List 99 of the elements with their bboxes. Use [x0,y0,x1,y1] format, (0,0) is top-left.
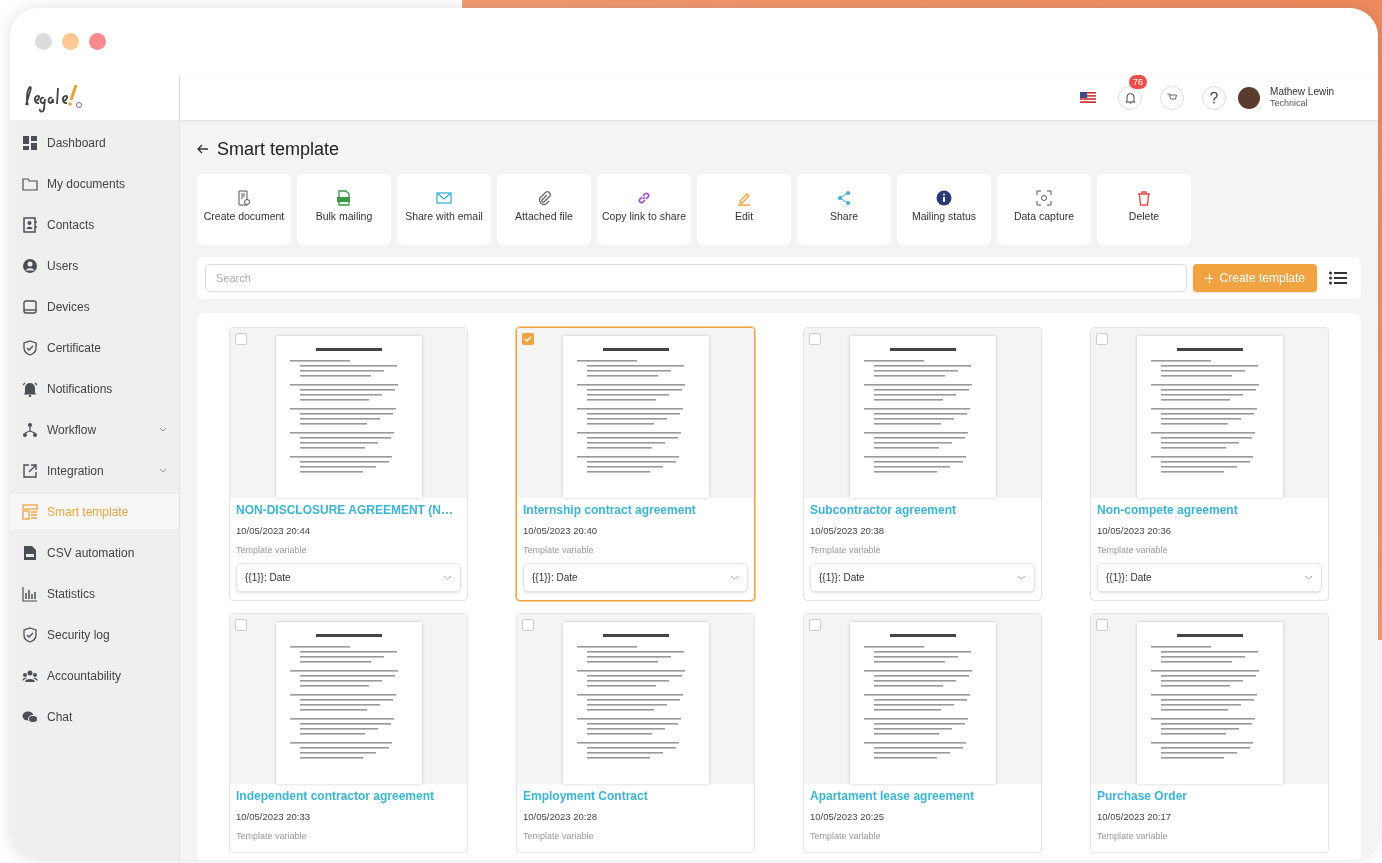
user-name: Mathew Lewin [1270,85,1334,99]
template-date: 10/05/2023 20:28 [523,809,598,824]
action-button[interactable]: Bulk mailing [297,174,391,245]
info-icon [936,190,952,206]
action-button[interactable]: Share with email [397,174,491,245]
checkbox[interactable] [522,618,534,631]
template-card[interactable]: Independent contractor agreement 10/05/2023 20:33 Template variable [229,612,468,853]
back-arrow-icon[interactable] [197,144,209,154]
checkbox[interactable] [809,618,821,631]
action-button[interactable]: Mailing status [897,174,991,245]
help-icon [1210,91,1219,104]
contacts-icon [22,216,38,233]
chevron-down-icon [1017,574,1026,580]
sidebar-item[interactable]: Dashboard [10,125,179,160]
document-icon [236,190,252,206]
checkbox[interactable] [235,618,247,631]
shield-check-icon [22,339,38,356]
bell-icon [1124,91,1136,104]
file-icon [22,544,38,561]
template-date: 10/05/2023 20:40 [523,524,598,538]
sidebar-item[interactable]: Certificate [10,330,179,365]
chevron-down-icon [1304,574,1313,580]
variable-dropdown[interactable]: {{1}}: Date [1097,562,1322,592]
search-field[interactable]: Search [205,264,1187,292]
variable-dropdown[interactable]: {{1}}: Date [236,562,461,592]
template-date: 10/05/2023 20:38 [810,524,885,538]
template-date: 10/05/2023 20:36 [1097,524,1172,538]
workflow-icon [22,421,38,438]
template-variable-label: Template variable [523,830,595,843]
folder-icon [22,175,38,192]
user-icon [22,257,38,274]
template-variable-label: Template variable [1097,830,1169,843]
sidebar-item[interactable]: Accountability [10,658,179,693]
sidebar-item[interactable]: Chat [10,699,179,734]
action-button[interactable]: Attached file [497,174,591,245]
flag-icon[interactable] [1080,92,1097,103]
device-icon [22,298,38,315]
action-button[interactable]: Data capture [997,174,1091,245]
sidebar-item[interactable]: My documents [10,166,179,201]
plus-icon [1204,273,1214,283]
action-button[interactable]: Create document [197,174,291,245]
trash-icon [1136,190,1152,206]
list-view-icon[interactable] [1329,271,1347,285]
page-title: Smart template [217,137,340,161]
template-card[interactable]: Internship contract agreement 10/05/2023 20:40 Template variable {{1}}: Date [516,327,755,601]
template-date: 10/05/2023 20:44 [236,524,311,538]
sidebar-item[interactable]: Notifications [10,371,179,406]
notification-badge: 76 [1129,74,1148,89]
sidebar-item[interactable]: CSV automation [10,535,179,570]
avatar[interactable] [1238,86,1261,109]
template-card[interactable]: NON-DISCLOSURE AGREEMENT (N… 10/05/2023 20:44 Template variable {{1}}: Date [229,327,468,601]
variable-dropdown[interactable]: {{1}}: Date [810,562,1035,592]
bar-chart-icon [22,585,38,602]
template-icon [22,503,38,520]
action-button[interactable]: Share [797,174,891,245]
scan-icon [1036,190,1052,206]
checkbox[interactable] [522,333,534,345]
chevron-down-icon [730,574,739,580]
template-variable-label: Template variable [810,544,882,558]
action-button[interactable]: Copy link to share [597,174,691,245]
template-date: 10/05/2023 20:17 [1097,809,1172,824]
template-date: 10/05/2023 20:33 [236,809,311,824]
dashboard-icon [22,134,38,151]
sidebar-item[interactable]: Statistics [10,576,179,611]
template-variable-label: Template variable [236,544,308,558]
cart-icon [1166,92,1178,103]
sidebar-item[interactable]: Integration [10,453,179,488]
template-variable-label: Template variable [1097,544,1169,558]
shield-check-icon [22,626,38,643]
checkbox[interactable] [235,333,247,345]
csv-file-icon [336,190,352,206]
share-icon [836,190,852,206]
checkbox[interactable] [809,333,821,345]
checkbox[interactable] [1096,618,1108,631]
template-card[interactable]: Employment Contract 10/05/2023 20:28 Template variable [516,612,755,853]
paperclip-icon [536,190,552,206]
sidebar-item[interactable]: Contacts [10,207,179,242]
sidebar-item[interactable]: Security log [10,617,179,652]
template-date: 10/05/2023 20:25 [810,809,885,824]
bell-icon [22,380,38,397]
template-card[interactable]: Purchase Order 10/05/2023 20:17 Template variable [1090,612,1329,853]
template-variable-label: Template variable [236,830,308,843]
template-variable-label: Template variable [810,830,882,843]
sidebar-item[interactable]: Workflow [10,412,179,447]
checkbox[interactable] [1096,333,1108,345]
template-card[interactable]: Subcontractor agreement 10/05/2023 20:38 Template variable {{1}}: Date [803,327,1042,601]
template-card[interactable]: Non-compete agreement 10/05/2023 20:36 Template variable {{1}}: Date [1090,327,1329,601]
link-icon [636,190,652,206]
user-role: Technical [1270,98,1309,110]
external-link-icon [22,462,38,479]
sidebar-item[interactable]: Devices [10,289,179,324]
chevron-down-icon [443,574,452,580]
sidebar-item[interactable]: Users [10,248,179,283]
template-card[interactable]: Apartament lease agreement 10/05/2023 20:25 Template variable [803,612,1042,853]
action-button[interactable]: Edit [697,174,791,245]
mail-icon [436,190,452,206]
action-button[interactable]: Delete [1097,174,1191,245]
variable-dropdown[interactable]: {{1}}: Date [523,562,748,592]
template-variable-label: Template variable [523,544,595,558]
